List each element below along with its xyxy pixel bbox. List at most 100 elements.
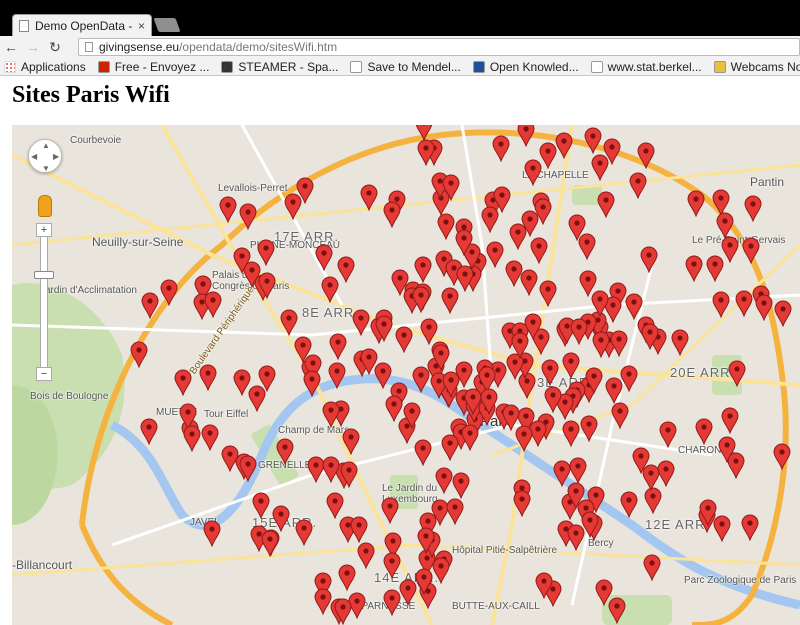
wifi-site-marker[interactable] [625,293,643,320]
wifi-site-marker[interactable] [233,247,251,274]
wifi-site-marker[interactable] [415,568,433,595]
wifi-site-marker[interactable] [322,401,340,428]
wifi-site-marker[interactable] [584,127,602,155]
wifi-site-marker[interactable] [640,246,658,273]
wifi-site-marker[interactable] [728,360,746,388]
wifi-site-marker[interactable] [183,425,201,453]
wifi-site-marker[interactable] [642,464,660,491]
wifi-site-marker[interactable] [517,125,535,147]
wifi-site-marker[interactable] [296,177,314,205]
address-bar[interactable]: givingsense.eu/opendata/demo/sitesWifi.h… [78,38,800,56]
wifi-site-marker[interactable] [567,214,586,242]
wifi-site-marker[interactable] [643,554,661,582]
wifi-site-marker[interactable] [699,499,717,527]
wifi-site-marker[interactable] [415,125,433,142]
wifi-site-marker[interactable] [530,237,548,264]
wifi-site-marker[interactable] [295,519,313,546]
wifi-site-marker[interactable] [486,241,504,268]
wifi-site-marker[interactable] [629,172,647,199]
wifi-site-marker[interactable] [199,364,217,392]
wifi-site-marker[interactable] [258,365,276,392]
wifi-site-marker[interactable] [456,265,474,293]
wifi-site-marker[interactable] [334,598,352,625]
wifi-site-marker[interactable] [338,564,356,591]
wifi-site-marker[interactable] [695,418,713,445]
bookmark-item[interactable]: Webcams Nor... [710,60,800,74]
wifi-site-marker[interactable] [671,329,689,356]
zoom-slider-track[interactable] [40,223,48,375]
wifi-site-marker[interactable] [581,511,599,538]
pegman-icon[interactable] [38,195,52,217]
wifi-site-marker[interactable] [435,467,453,494]
back-icon[interactable]: ← [0,39,22,55]
map[interactable]: Courbevoie Levallois-Perret Neuilly-sur-… [12,125,800,625]
wifi-site-marker[interactable] [203,520,221,548]
wifi-site-marker[interactable] [591,154,609,182]
forward-icon[interactable]: → [22,39,44,55]
wifi-site-marker[interactable] [383,201,401,229]
wifi-site-marker[interactable] [637,142,655,170]
wifi-site-marker[interactable] [414,256,432,283]
wifi-site-marker[interactable] [535,572,553,600]
wifi-site-marker[interactable] [219,196,237,223]
wifi-site-marker[interactable] [455,229,473,257]
wifi-site-marker[interactable] [567,482,585,510]
wifi-site-marker[interactable] [481,206,499,233]
wifi-site-marker[interactable] [644,487,662,515]
wifi-site-marker[interactable] [239,203,257,231]
wifi-site-marker[interactable] [442,174,460,201]
wifi-site-marker[interactable] [687,190,705,217]
wifi-site-marker[interactable] [659,421,677,448]
wifi-site-marker[interactable] [539,280,557,308]
wifi-site-marker[interactable] [383,552,401,580]
wifi-site-marker[interactable] [413,439,432,467]
wifi-site-marker[interactable] [395,326,413,354]
wifi-site-marker[interactable] [609,330,628,358]
wifi-site-marker[interactable] [541,359,559,387]
wifi-site-marker[interactable] [641,323,659,350]
wifi-site-marker[interactable] [706,255,724,282]
wifi-site-marker[interactable] [774,300,792,327]
wifi-site-marker[interactable] [685,255,703,283]
wifi-site-marker[interactable] [492,135,510,162]
wifi-site-marker[interactable] [261,530,279,558]
wifi-site-marker[interactable] [130,341,148,369]
wifi-site-marker[interactable] [620,365,638,392]
wifi-site-marker[interactable] [562,420,580,447]
wifi-site-marker[interactable] [272,505,290,532]
wifi-site-marker[interactable] [579,270,597,298]
wifi-site-marker[interactable] [441,434,459,461]
bookmark-item[interactable]: Free - Envoyez ... [94,60,218,74]
wifi-site-marker[interactable] [608,597,626,624]
wifi-site-marker[interactable] [417,139,435,166]
wifi-site-marker[interactable] [437,213,455,240]
wifi-site-marker[interactable] [735,290,753,317]
wifi-site-marker[interactable] [420,318,438,345]
wifi-site-marker[interactable] [585,367,603,395]
bookmark-item[interactable]: STEAMER - Spa... [217,60,346,74]
wifi-site-marker[interactable] [432,344,450,372]
wifi-site-marker[interactable] [326,492,344,520]
wifi-site-marker[interactable] [383,589,401,617]
wifi-site-marker[interactable] [403,402,421,430]
reload-icon[interactable]: ↻ [44,39,66,56]
wifi-site-marker[interactable] [360,348,378,375]
wifi-site-marker[interactable] [505,260,523,288]
wifi-site-marker[interactable] [515,425,533,453]
wifi-site-marker[interactable] [597,191,615,218]
wifi-site-marker[interactable] [221,445,239,472]
wifi-site-marker[interactable] [360,184,378,212]
wifi-site-marker[interactable] [303,370,321,397]
zoom-slider-handle[interactable] [34,271,54,279]
wifi-site-marker[interactable] [322,456,340,483]
wifi-site-marker[interactable] [337,256,355,283]
wifi-site-marker[interactable] [716,212,734,240]
wifi-site-marker[interactable] [744,195,762,223]
wifi-site-marker[interactable] [340,461,358,488]
wifi-site-marker[interactable] [174,369,192,397]
wifi-site-marker[interactable] [712,291,730,319]
close-tab-icon[interactable]: × [132,19,151,33]
wifi-site-marker[interactable] [611,402,629,430]
bookmark-item[interactable]: Open Knowled... [469,60,587,74]
zoom-out-button[interactable]: − [36,367,52,381]
